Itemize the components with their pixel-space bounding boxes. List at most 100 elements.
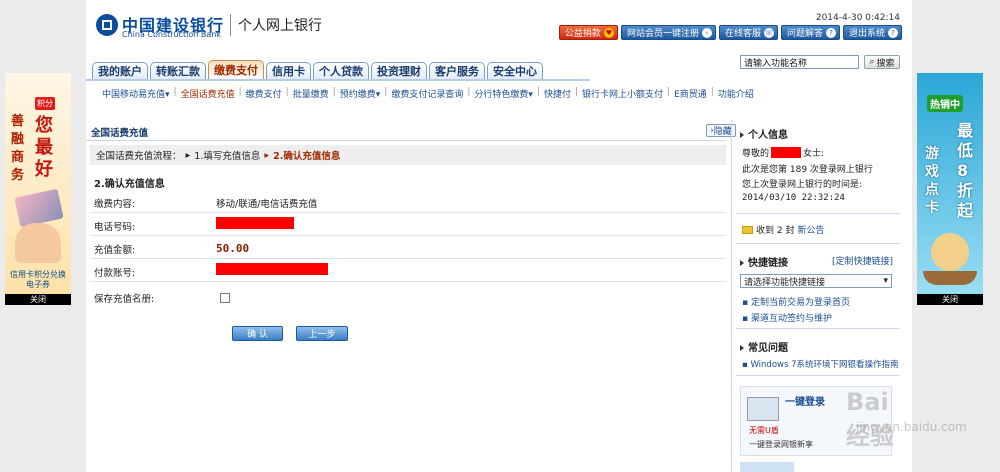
chevron-down-icon: ▾ (883, 276, 888, 286)
subnav-introduction[interactable]: 功能介绍 (718, 87, 754, 100)
account-label: 付款账号: (94, 268, 136, 279)
question-icon: ? (888, 27, 898, 38)
quick-link-item[interactable]: ▪ 渠道互动签约与维护 (742, 311, 832, 324)
faq-label: 常见问题 (748, 343, 788, 354)
subnav-payment-records[interactable]: 缴费支付记录查询 (391, 87, 463, 100)
subnav-scheduled-payment[interactable]: 预约缴费▾ (340, 87, 381, 100)
charity-donate-button[interactable]: 公益捐款 ♥ (558, 25, 618, 40)
subnav-payment[interactable]: 缴费支付 (246, 87, 282, 100)
headset-icon: ☏ (763, 27, 774, 38)
search-button[interactable]: ⌕ 搜索 (864, 55, 900, 69)
select-value: 请选择功能快捷链接 (744, 277, 826, 288)
divider (230, 14, 231, 36)
tab-customer-service[interactable]: 客户服务 (429, 62, 485, 79)
faq-item[interactable]: ▪ Windows 7系统环境下网银看操作指南 (742, 358, 899, 370)
triangle-right-icon (740, 260, 744, 266)
quick-link-item[interactable]: ▪ 定制当前交易为登录首页 (742, 295, 850, 308)
separator: | (285, 87, 289, 97)
section-title: 2.确认充值信息 (94, 179, 165, 190)
tab-credit-card[interactable]: 信用卡 (266, 62, 311, 79)
subnav-e-commerce[interactable]: E商贸通 (674, 87, 707, 100)
quick-links-label: 快捷链接 (748, 258, 788, 269)
tab-personal-loan[interactable]: 个人贷款 (313, 62, 369, 79)
save-checkbox[interactable] (220, 293, 230, 303)
tab-investment[interactable]: 投资理财 (371, 62, 427, 79)
greeting-suffix: 女士: (803, 149, 825, 159)
charity-label: 公益捐款 (564, 29, 601, 39)
back-button[interactable]: 上一步 (296, 326, 348, 341)
subnav-phone-recharge[interactable]: 全国话费充值 (181, 87, 235, 100)
ad-badge: 热销中 (927, 95, 963, 112)
account-row: 付款账号: (90, 259, 726, 282)
subnav-micro-payment[interactable]: 银行卡网上小额支付 (582, 87, 663, 100)
close-button[interactable]: 关闭 (917, 294, 983, 305)
ad-headline: 您最好 (35, 115, 53, 180)
last-login-label: 您上次登录网上银行的时间是: (742, 180, 863, 190)
name-redacted (771, 147, 802, 158)
ccb-logo-icon (96, 14, 118, 36)
save-label: 保存充值名册: (94, 294, 155, 305)
register-button[interactable]: 网站会员一键注册 › (620, 25, 716, 40)
ad-strip (740, 462, 794, 472)
tab-security[interactable]: 安全中心 (487, 62, 543, 79)
quick-link-label: 渠道互动签约与维护 (750, 314, 832, 324)
separator: | (173, 87, 177, 97)
bank-name-en: China Construction Bank (122, 30, 221, 39)
subnav-batch-payment[interactable]: 批量缴费 (293, 87, 329, 100)
boat-image (923, 271, 977, 285)
flow-arrow-icon: ▸ (264, 149, 270, 161)
service-label: 在线客服 (724, 29, 761, 39)
heart-icon: ♥ (603, 27, 614, 38)
ad-text: 善融商务 (11, 114, 25, 183)
separator: | (667, 87, 671, 97)
hide-label: 隐藏 (713, 127, 732, 137)
faq-button[interactable]: 问题解答? (780, 25, 840, 40)
customize-links-link[interactable]: [定制快捷链接] (832, 254, 893, 267)
separator: | (536, 87, 540, 97)
ad-headline: 最低8折起 (957, 121, 974, 220)
tab-underline (86, 79, 590, 81)
phone-row: 电话号码: (90, 213, 726, 236)
ad-line-3: 一键登录网银新享 (749, 440, 813, 449)
hand-image (15, 223, 61, 263)
tab-transfer[interactable]: 转账汇款 (150, 62, 206, 79)
save-row: 保存充值名册: (90, 285, 726, 308)
ad-line-2: 无需U盾 (749, 426, 779, 435)
separator: | (238, 87, 242, 97)
sidebar-divider (731, 120, 732, 472)
subnav-quick-pay[interactable]: 快捷付 (544, 87, 571, 100)
envelope-icon (742, 225, 753, 234)
triangle-right-icon (740, 132, 744, 138)
notice-count: 收到 2 封 (756, 226, 795, 236)
divider (736, 213, 900, 214)
greeting-prefix: 尊敬的 (742, 149, 770, 159)
left-ad-banner[interactable]: 积分 善融商务 您最好 信用卡积分兑换电子券 关闭 (5, 73, 71, 305)
title-underline (86, 140, 726, 141)
phone-label: 电话号码: (94, 222, 136, 233)
function-search-input[interactable] (740, 55, 859, 69)
close-button[interactable]: 关闭 (5, 294, 71, 305)
subnav-branch-payment[interactable]: 分行特色缴费▾ (474, 87, 533, 100)
separator: | (467, 87, 471, 97)
flow-step-1: 1.填写充值信息 (194, 151, 261, 162)
greeting: 尊敬的 女士: (742, 146, 824, 159)
flow-label: 全国话费充值流程： (96, 151, 182, 162)
subnav-mobile-topup[interactable]: 中国移动易充值▾ (102, 87, 170, 100)
logout-button[interactable]: 退出系统? (842, 25, 902, 40)
right-ad-banner[interactable]: 热销中 最低8折起 游戏点卡 关闭 (917, 73, 983, 305)
tab-my-account[interactable]: 我的账户 (92, 62, 148, 79)
confirm-button[interactable]: 确 认 (232, 326, 283, 341)
new-notice-link[interactable]: 新公告 (797, 223, 824, 236)
separator: | (384, 87, 388, 97)
monitor-icon (747, 397, 779, 421)
faq-title: 常见问题 (740, 339, 788, 354)
login-count: 此次是您第 189 次登录网上银行 (742, 165, 873, 175)
register-label: 网站会员一键注册 (626, 29, 699, 39)
quick-link-select[interactable]: 请选择功能快捷链接 ▾ (740, 274, 892, 288)
bank-page: 中国建设银行 China Construction Bank 个人网上银行 20… (86, 0, 967, 472)
amount-label: 充值金额: (94, 245, 136, 256)
site-subtitle: 个人网上银行 (238, 18, 322, 34)
online-service-button[interactable]: 在线客服 ☏ (718, 25, 778, 40)
tab-payment[interactable]: 缴费支付 (208, 60, 264, 79)
personal-info-title: 个人信息 (740, 126, 788, 141)
